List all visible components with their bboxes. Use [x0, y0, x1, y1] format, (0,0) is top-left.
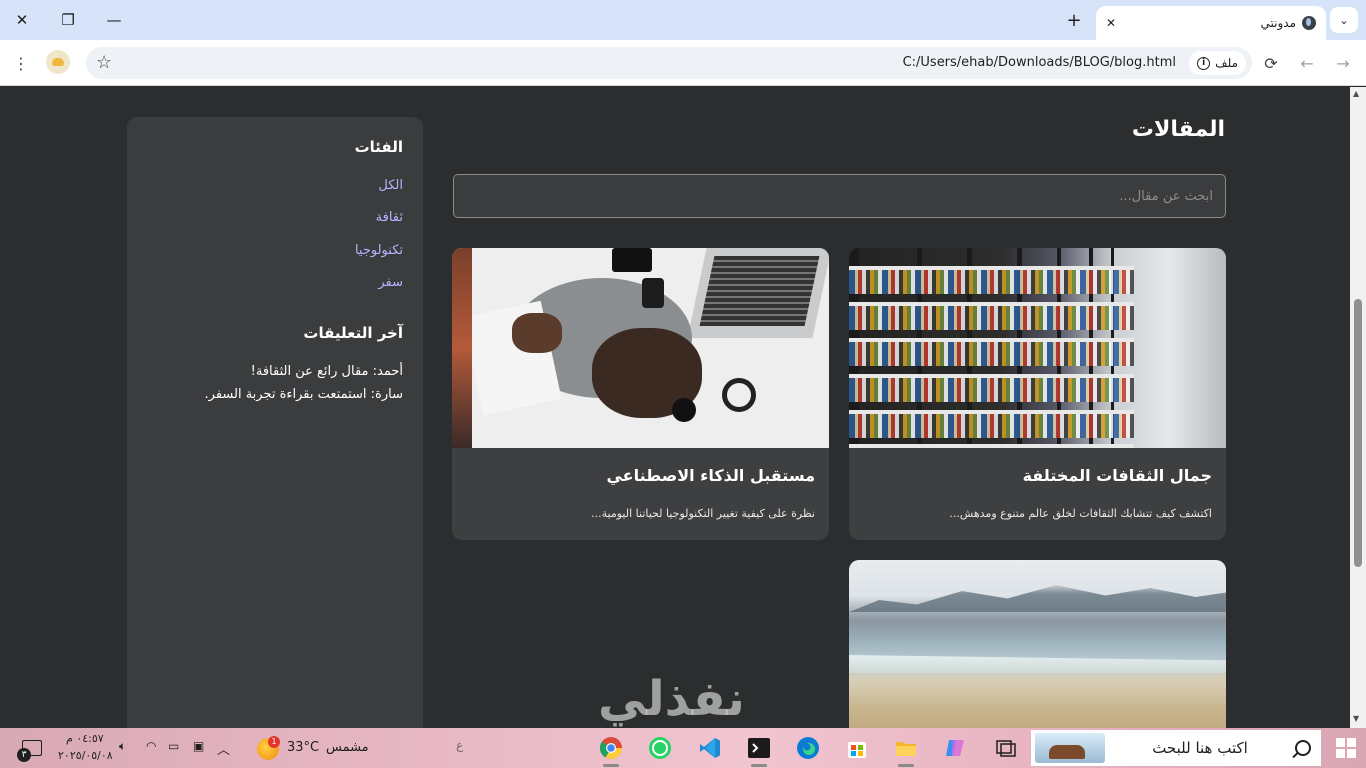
- site-info-chip[interactable]: i ملف: [1189, 51, 1246, 75]
- windows-taskbar: اكتب هنا للبحث ع 1 33°C مشمس ︿ ▣ ▭ ◠ 🔈︎ …: [0, 728, 1366, 768]
- arrow-right-icon: →: [1336, 53, 1350, 73]
- article-excerpt: نظرة على كيفية تغيير التكنولوجيا لحياتنا…: [591, 507, 815, 520]
- meet-icon[interactable]: ▣: [193, 739, 204, 753]
- article-card[interactable]: [849, 560, 1226, 728]
- taskbar-search-placeholder: اكتب هنا للبحث: [1152, 739, 1248, 757]
- taskbar-search-box[interactable]: اكتب هنا للبحث: [1031, 730, 1321, 766]
- category-link-technology[interactable]: تكنولوجيا: [355, 243, 403, 258]
- browser-tab[interactable]: ✕ مدونتي: [1096, 6, 1326, 40]
- url-text[interactable]: C:/Users/ehab/Downloads/BLOG/blog.html: [903, 55, 1176, 70]
- reload-button[interactable]: ⟳: [1258, 50, 1284, 76]
- page-scrollbar[interactable]: ▲ ▼: [1350, 87, 1366, 728]
- window-close-button[interactable]: ✕: [8, 6, 36, 34]
- edge-icon[interactable]: [794, 734, 822, 762]
- forward-button[interactable]: →: [1330, 50, 1356, 76]
- profile-avatar[interactable]: [46, 50, 70, 74]
- scroll-thumb[interactable]: [1354, 299, 1362, 567]
- close-icon: ✕: [15, 11, 29, 29]
- page-title: المقالات: [1131, 117, 1225, 142]
- info-icon: i: [1197, 56, 1211, 70]
- window-minimize-button[interactable]: —: [100, 6, 128, 34]
- article-title[interactable]: جمال الثقافات المختلفة: [1023, 466, 1212, 485]
- browser-menu-button[interactable]: ⋮: [8, 50, 34, 76]
- scroll-up-icon[interactable]: ▲: [1353, 89, 1359, 98]
- restore-icon: ❐: [61, 11, 75, 29]
- browser-toolbar: ⋮ ☆ C:/Users/ehab/Downloads/BLOG/blog.ht…: [0, 40, 1366, 86]
- article-title[interactable]: مستقبل الذكاء الاصطناعي: [606, 466, 815, 485]
- new-tab-button[interactable]: +: [1062, 8, 1086, 32]
- windows-start-button[interactable]: [1336, 738, 1356, 758]
- file-explorer-icon[interactable]: [892, 734, 920, 762]
- vscode-icon[interactable]: [696, 734, 724, 762]
- comment-item: سارة: استمتعت بقراءة تجربة السفر.: [204, 387, 403, 402]
- task-view-icon[interactable]: [992, 734, 1020, 762]
- wifi-icon[interactable]: ◠: [146, 739, 156, 753]
- globe-icon: [1302, 16, 1316, 30]
- tab-close-button[interactable]: ✕: [1106, 16, 1116, 30]
- battery-icon[interactable]: ▭: [168, 739, 179, 753]
- comments-heading: آخر التعليقات: [303, 324, 403, 342]
- arrow-left-icon: ←: [1300, 53, 1314, 73]
- library-photo: [849, 248, 1226, 448]
- chrome-icon[interactable]: [597, 734, 625, 762]
- category-link-culture[interactable]: ثقافة: [376, 210, 403, 225]
- tab-strip: ✕ ❐ — + ✕ مدونتي ⌄: [0, 0, 1366, 40]
- store-icon[interactable]: [843, 734, 871, 762]
- article-excerpt: اكتشف كيف تتشابك الثقافات لخلق عالم متنو…: [949, 507, 1212, 520]
- notification-count: ٣: [17, 748, 31, 762]
- running-indicator: [603, 764, 619, 767]
- terminal-icon[interactable]: [745, 734, 773, 762]
- category-link-travel[interactable]: سفر: [378, 275, 403, 290]
- tab-search-button[interactable]: ⌄: [1330, 7, 1358, 33]
- star-icon[interactable]: ☆: [96, 52, 112, 73]
- chevron-up-icon[interactable]: ︿: [217, 739, 230, 758]
- chevron-down-icon: ⌄: [1339, 13, 1349, 27]
- minimize-icon: —: [106, 11, 122, 29]
- reload-icon: ⟳: [1264, 53, 1278, 73]
- article-search-input[interactable]: [453, 174, 1226, 218]
- weather-badge: 1: [268, 736, 280, 748]
- running-indicator: [898, 764, 914, 767]
- categories-heading: الفئات: [354, 138, 403, 156]
- beach-photo: [849, 560, 1226, 728]
- back-button[interactable]: ←: [1294, 50, 1320, 76]
- desk-photo: [452, 248, 829, 448]
- category-link-all[interactable]: الكل: [378, 178, 403, 193]
- volume-icon[interactable]: 🔈︎: [119, 739, 126, 754]
- article-card[interactable]: مستقبل الذكاء الاصطناعي نظرة على كيفية ت…: [452, 248, 829, 540]
- article-card[interactable]: جمال الثقافات المختلفة اكتشف كيف تتشابك …: [849, 248, 1226, 540]
- scroll-down-icon[interactable]: ▼: [1353, 714, 1359, 723]
- running-indicator: [751, 764, 767, 767]
- more-vertical-icon: ⋮: [13, 53, 29, 73]
- weather-description[interactable]: مشمس: [326, 740, 369, 755]
- site-info-label: ملف: [1215, 56, 1238, 70]
- sidebar: الفئات الكل ثقافة تكنولوجيا سفر آخر التع…: [127, 117, 423, 728]
- taskbar-time[interactable]: ٠٤:٥٧ م: [66, 732, 104, 745]
- copilot-icon[interactable]: [941, 734, 969, 762]
- whatsapp-icon[interactable]: [646, 734, 674, 762]
- address-bar[interactable]: ☆ C:/Users/ehab/Downloads/BLOG/blog.html…: [86, 47, 1252, 79]
- taskbar-date[interactable]: ٢٠٢٥/٠٥/٠٨: [58, 749, 113, 762]
- tab-title: مدونتي: [1260, 16, 1296, 30]
- watermark-logo: نفذلي: [598, 671, 745, 727]
- window-restore-button[interactable]: ❐: [54, 6, 82, 34]
- search-icon: [1295, 740, 1311, 756]
- comment-item: أحمد: مقال رائع عن الثقافة!: [250, 364, 403, 379]
- search-highlight-image: [1035, 733, 1105, 763]
- keyboard-layout-indicator[interactable]: ع: [456, 738, 463, 752]
- plus-icon: +: [1066, 9, 1082, 31]
- blog-page: المقالات جمال الثقافات المختلفة اكتشف كي…: [0, 87, 1350, 728]
- weather-temperature[interactable]: 33°C: [287, 740, 319, 755]
